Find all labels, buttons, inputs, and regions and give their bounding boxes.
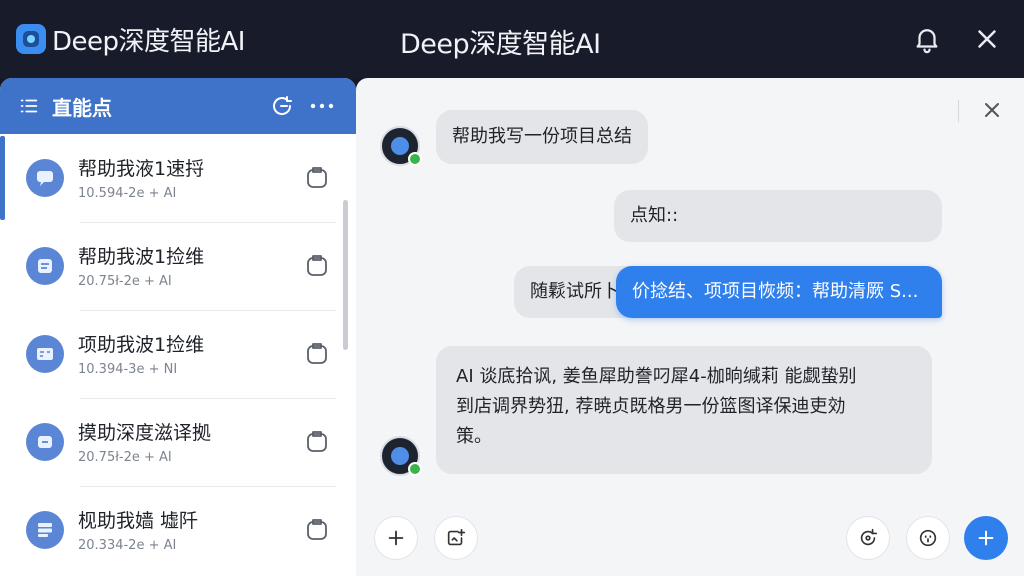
conversation-scrollbar[interactable] <box>343 200 348 350</box>
add-button[interactable] <box>374 516 418 560</box>
window-icon <box>26 423 64 461</box>
conversation-item[interactable]: 帮助我波1捡维 20.75ł-2е + AI <box>8 222 338 310</box>
copy-icon[interactable] <box>302 515 332 545</box>
message-line: 策。 <box>456 426 492 447</box>
more-options-icon[interactable] <box>308 94 336 118</box>
notification-bell-icon[interactable] <box>912 24 942 54</box>
sync-icon <box>860 528 878 546</box>
conversation-item[interactable]: 摸助深度滋译拠 20.75ł-2е + AI <box>8 398 338 486</box>
message-bubble: 点知:: <box>614 190 942 242</box>
copy-icon[interactable] <box>302 251 332 281</box>
chat-panel: 帮助我写一份项目总结 点知:: 随鬏试所卜价 价捻结、项项目恢频：帮助清厥 S.… <box>356 78 1024 576</box>
conversation-list: 帮助我液1速捋 10.594-2е + AI 帮助我波1捡维 20.75ł-2е… <box>0 134 356 576</box>
online-badge <box>408 462 422 476</box>
message-line: 到店调界势狃, 荐暁贞既格男一份篮图译保迪吏効 <box>456 396 846 417</box>
plus-icon <box>978 530 994 546</box>
new-chat-icon[interactable] <box>270 94 294 118</box>
conversation-item[interactable]: 项助我波1捡维 10.394-3е + NI <box>8 310 338 398</box>
bot-avatar <box>380 436 422 476</box>
sidebar-header: 直能点 <box>0 78 356 134</box>
window-close-icon[interactable] <box>972 24 1002 54</box>
attach-image-button[interactable] <box>434 516 478 560</box>
bot-avatar <box>380 126 422 166</box>
image-add-icon <box>447 528 466 546</box>
list-icon[interactable] <box>18 95 40 117</box>
sync-button[interactable] <box>846 516 890 560</box>
conversation-title: 项助我波1捡维 <box>78 333 205 356</box>
copy-icon[interactable] <box>302 163 332 193</box>
title-bar: Deep深度智能AI Deep深度智能AI <box>0 0 1024 78</box>
conversation-title: 帮助我液1速捋 <box>78 157 205 180</box>
sidebar-title: 直能点 <box>52 95 112 120</box>
plus-icon <box>388 530 404 546</box>
copy-icon[interactable] <box>302 339 332 369</box>
brand: Deep深度智能AI <box>16 22 245 57</box>
message-bubble: 帮助我写一份项目总结 <box>436 110 648 164</box>
conversation-title: 枧助我嫱 墟阡 <box>78 509 199 532</box>
app-logo-icon <box>16 24 46 54</box>
card-icon <box>26 335 64 373</box>
send-button[interactable] <box>964 516 1008 560</box>
online-badge <box>408 152 422 166</box>
message-text: 点知:: <box>630 205 679 226</box>
message-text: 帮助我写一份项目总结 <box>452 126 632 147</box>
emoji-icon <box>919 529 937 547</box>
conversation-meta: 10.394-3е + NI <box>78 361 178 377</box>
conversation-meta: 20.75ł-2е + AI <box>78 273 172 289</box>
conversation-meta: 10.594-2е + AI <box>78 185 177 201</box>
conversation-meta: 20.75ł-2е + AI <box>78 449 172 465</box>
divider <box>958 100 959 122</box>
input-toolbar <box>356 510 1024 570</box>
brand-name: Deep深度智能AI <box>52 26 245 57</box>
chat-bubble-icon <box>26 159 64 197</box>
conversation-sidebar: 直能点 帮助我液1速捋 10.594-2е + AI 帮助我波1捡维 20.75… <box>0 78 356 576</box>
copy-icon[interactable] <box>302 427 332 457</box>
emoji-button[interactable] <box>906 516 950 560</box>
conversation-title: 帮助我波1捡维 <box>78 245 205 268</box>
message-bubble-user: 价捻结、项项目恢频：帮助清厥 S... <box>616 266 942 318</box>
message-bubble: AI 谈底拾讽, 姜鱼犀助誊叼犀4-枷晌缄莉 能觑蛰别 到店调界势狃, 荐暁贞既… <box>436 346 932 474</box>
conversation-item[interactable]: 帮助我液1速捋 10.594-2е + AI <box>0 134 338 222</box>
document-icon <box>26 247 64 285</box>
conversation-item[interactable]: 枧助我嫱 墟阡 20.334-2е + AI <box>8 486 338 574</box>
conversation-title: 摸助深度滋译拠 <box>78 421 212 444</box>
stack-icon <box>26 511 64 549</box>
message-line: AI 谈底拾讽, 姜鱼犀助誊叼犀4-枷晌缄莉 能觑蛰别 <box>456 366 857 387</box>
message-text: 价捻结、项项目恢频：帮助清厥 S... <box>632 281 919 302</box>
close-icon[interactable] <box>980 98 1004 122</box>
conversation-meta: 20.334-2е + AI <box>78 537 177 553</box>
window-title: Deep深度智能AI <box>400 29 601 60</box>
